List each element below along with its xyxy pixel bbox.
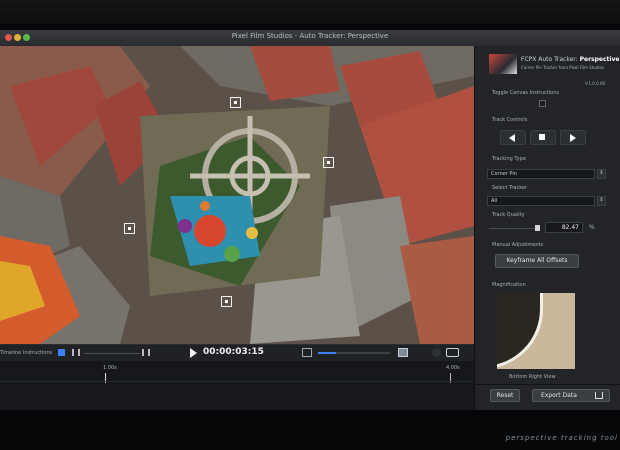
fullscreen-icon[interactable] [398, 348, 408, 357]
magnification-label: Magnification [492, 282, 526, 288]
tracker-point-bottom[interactable] [221, 296, 232, 307]
app-window: Pixel Film Studios - Auto Tracker: Persp… [0, 30, 620, 412]
plugin-title-plain: FCPX Auto Tracker: [521, 56, 578, 63]
toggle-canvas-checkbox[interactable] [539, 100, 546, 107]
keyframe-out-icon[interactable] [142, 349, 150, 356]
track-backward-icon [509, 134, 515, 142]
title-bar: Pixel Film Studios - Auto Tracker: Persp… [0, 30, 620, 47]
play-icon[interactable] [190, 348, 197, 358]
plugin-logo [489, 54, 517, 74]
video-viewer[interactable] [0, 46, 474, 344]
aerial-footage [0, 46, 474, 344]
manual-adjustments-label: Manual Adjustments [492, 242, 544, 248]
stop-icon [539, 134, 545, 140]
plugin-version: V.1.0.0.00 [585, 81, 606, 86]
overlay-caption: perspective tracking tool [505, 434, 618, 442]
timeline-instructions-label: Timeline Instructions [0, 350, 53, 356]
track-quality-unit: % [589, 224, 595, 231]
tracking-type-label: Tracking Type [492, 156, 526, 162]
monitor-bezel-top [0, 0, 620, 24]
magnified-corner [497, 293, 543, 369]
window-title: Pixel Film Studios - Auto Tracker: Persp… [231, 32, 389, 40]
chevron-down-icon[interactable]: ⇕ [597, 169, 606, 179]
track-stop-button[interactable] [530, 130, 556, 145]
tracker-point-right[interactable] [323, 157, 334, 168]
timecode-display: 00:00:03:15 [203, 347, 264, 357]
plugin-title-bold: Perspective [579, 56, 620, 63]
zoom-slider-fill [318, 352, 336, 354]
magnification-caption: Bottom Right View [509, 374, 556, 380]
overlay-toggle-icon[interactable] [432, 348, 441, 357]
timeline-marker-start: 1.00s [103, 365, 117, 371]
keyframe-in-icon[interactable] [72, 349, 80, 356]
timeline-divider [0, 381, 474, 382]
timeline[interactable]: 1.00s 4.00s [0, 361, 474, 412]
track-backward-button[interactable] [500, 130, 526, 145]
scrub-track[interactable] [84, 353, 140, 354]
tracker-point-top[interactable] [230, 97, 241, 108]
reset-button[interactable]: Reset [490, 389, 520, 402]
keyframe-all-offsets-button[interactable]: Keyframe All Offsets [495, 254, 579, 268]
tracker-point-left[interactable] [124, 223, 135, 234]
tracking-type-dropdown[interactable]: Corner Pin ⇕ [487, 169, 606, 179]
select-tracker-value: All [491, 198, 498, 204]
select-tracker-dropdown[interactable]: All ⇕ [487, 196, 606, 206]
tracker-panel: FCPX Auto Tracker: Perspective Corner Pi… [474, 46, 620, 412]
track-controls-label: Track Controls [492, 117, 528, 123]
export-data-button[interactable]: Export Data [532, 389, 610, 402]
fit-view-icon[interactable] [302, 348, 312, 357]
track-quality-slider[interactable] [489, 228, 537, 229]
plugin-title: FCPX Auto Tracker: Perspective [521, 56, 619, 63]
timeline-marker-end: 4.00s [446, 365, 460, 371]
panel-divider [475, 384, 620, 385]
export-data-label: Export Data [541, 392, 577, 399]
export-icon [595, 392, 603, 399]
plugin-subtitle: Corner Pin Tracker from Pixel Film Studi… [521, 65, 604, 70]
track-quality-label: Track Quality [492, 212, 525, 218]
monitor-bezel-bottom [0, 410, 620, 450]
tracking-type-value: Corner Pin [491, 171, 517, 177]
toggle-canvas-label: Toggle Canvas Instructions [492, 90, 559, 96]
track-quality-value[interactable]: 82.47 [545, 222, 583, 233]
track-forward-button[interactable] [560, 130, 586, 145]
chevron-down-icon[interactable]: ⇕ [597, 196, 606, 206]
track-quality-slider-handle[interactable] [535, 225, 540, 231]
select-tracker-label: Select Tracker [492, 185, 528, 191]
camera-icon[interactable] [446, 348, 459, 357]
track-forward-icon [570, 134, 576, 142]
timeline-instructions-toggle[interactable] [58, 349, 65, 356]
magnification-view [497, 293, 575, 369]
